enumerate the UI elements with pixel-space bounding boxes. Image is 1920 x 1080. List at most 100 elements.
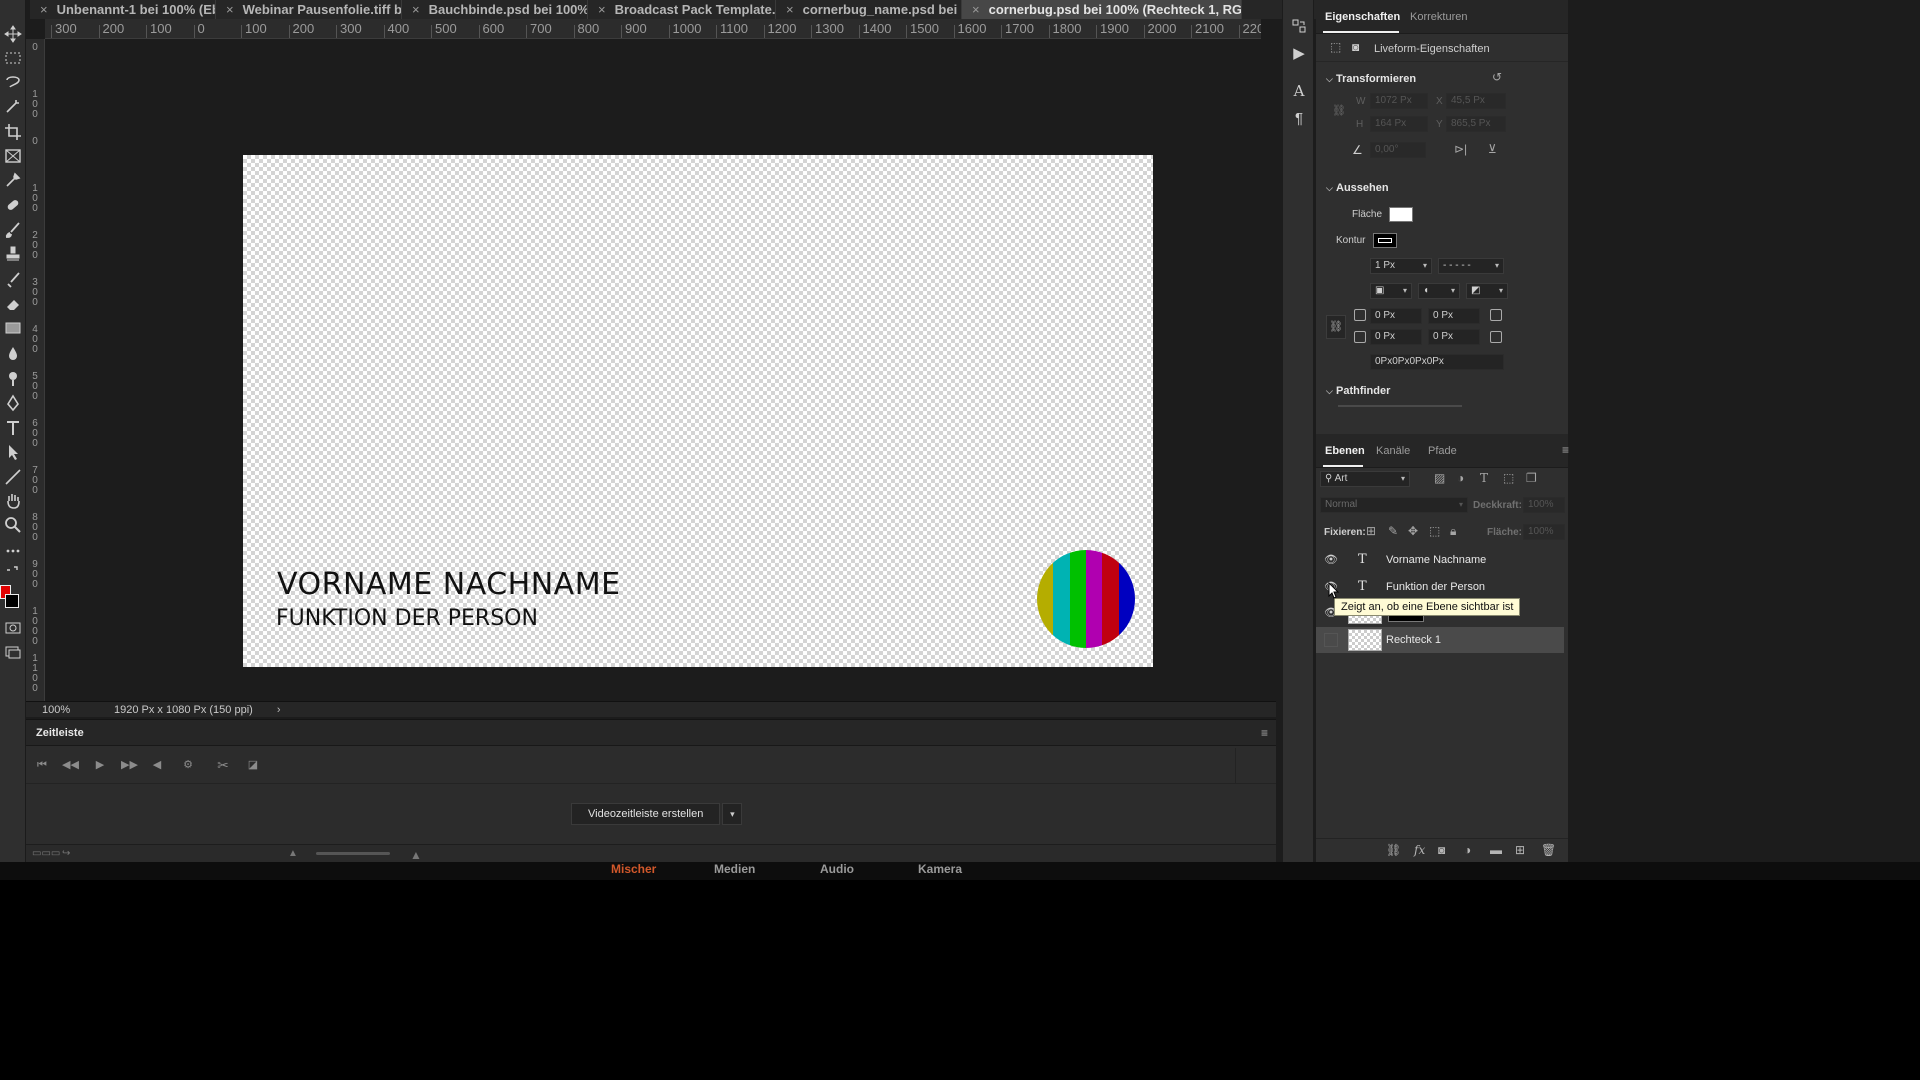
screen-mode-icon[interactable] — [3, 642, 23, 662]
line-tool-icon[interactable] — [3, 467, 23, 487]
eraser-tool-icon[interactable] — [3, 294, 23, 314]
document-canvas[interactable]: VORNAME NACHNAME FUNKTION DER PERSON — [243, 155, 1153, 667]
workspace-tab-mischer[interactable]: Mischer — [611, 862, 656, 876]
blend-mode-dropdown[interactable]: Normal ▾ — [1320, 497, 1468, 513]
history-brush-icon[interactable] — [3, 270, 23, 290]
x-position-field[interactable]: 45,5 Px — [1446, 93, 1506, 109]
flip-vertical-icon[interactable]: ⊻ — [1488, 142, 1497, 156]
canvas-workspace[interactable]: VORNAME NACHNAME FUNKTION DER PERSON — [45, 40, 1261, 701]
timeline-title[interactable]: Zeitleiste — [36, 727, 84, 739]
stroke-width-dropdown[interactable]: 1 Px ▾ — [1370, 258, 1432, 274]
section-pathfinder[interactable]: ⌵ Pathfinder — [1326, 385, 1390, 397]
filter-shape-icon[interactable]: ⬚ — [1503, 471, 1514, 485]
filter-adjustment-icon[interactable]: ◑ — [1457, 471, 1464, 485]
document-tab[interactable]: × Unbenannt-1 bei 100% (Eb... — [30, 0, 216, 19]
audio-icon[interactable]: ◀ — [149, 757, 165, 773]
previous-frame-icon[interactable]: ◀◀ — [62, 757, 79, 773]
pen-tool-icon[interactable] — [3, 393, 23, 413]
eyedropper-icon[interactable] — [3, 170, 23, 190]
workspace-tab-kamera[interactable]: Kamera — [918, 862, 962, 876]
zoom-out-icon[interactable]: ▲ — [288, 848, 298, 859]
stroke-caps-dropdown[interactable]: ◖ ▾ — [1418, 283, 1460, 299]
swap-colors-icon[interactable] — [3, 563, 23, 583]
character-panel-icon[interactable]: A — [1289, 81, 1309, 101]
layer-row[interactable]: 👁︎ T Funktion der Person — [1316, 574, 1564, 600]
create-video-timeline-button[interactable]: Videozeitleiste erstellen — [571, 803, 721, 825]
workspace-tab-medien[interactable]: Medien — [714, 862, 755, 876]
frames-icon[interactable]: ▭▭▭ — [32, 848, 60, 859]
corner-summary-field[interactable]: 0Px0Px0Px0Px — [1370, 354, 1504, 370]
fill-opacity-field[interactable]: 100% — [1523, 524, 1565, 540]
scissors-icon[interactable]: ✂ — [215, 757, 231, 773]
corner-bottom-left-field[interactable]: 0 Px — [1370, 329, 1422, 345]
fill-color-swatch[interactable] — [1389, 207, 1413, 222]
more-tools-icon[interactable] — [3, 541, 23, 561]
close-tab-icon[interactable]: × — [598, 2, 606, 17]
section-appearance[interactable]: ⌵ Aussehen — [1326, 182, 1389, 194]
close-tab-icon[interactable]: × — [972, 2, 980, 17]
play-icon[interactable]: ▶ — [92, 757, 108, 773]
lock-all-icon[interactable]: 🔒︎ — [1450, 524, 1456, 539]
dodge-tool-icon[interactable] — [3, 368, 23, 388]
tab-kanaele[interactable]: Kanäle — [1376, 445, 1410, 457]
width-field[interactable]: 1072 Px — [1370, 93, 1428, 109]
new-group-icon[interactable]: ▬ — [1490, 843, 1502, 857]
stamp-tool-icon[interactable] — [3, 244, 23, 264]
document-tab[interactable]: × Bauchbinde.psd bei 100% (... — [402, 0, 588, 19]
new-layer-icon[interactable]: ⊞ — [1515, 843, 1525, 857]
settings-gear-icon[interactable]: ⚙ — [180, 757, 196, 773]
close-tab-icon[interactable]: × — [226, 2, 234, 17]
horizontal-ruler[interactable]: 300 200 100 0 100 200 300 400 500 600 700 800 900 100… — [45, 19, 1261, 39]
lasso-tool-icon[interactable] — [3, 72, 23, 92]
zoom-level[interactable]: 100% — [42, 704, 102, 716]
quick-mask-icon[interactable] — [3, 618, 23, 638]
marquee-tool-icon[interactable] — [3, 48, 23, 68]
path-selection-icon[interactable] — [3, 442, 23, 462]
lock-position-icon[interactable]: ✥ — [1408, 524, 1418, 538]
filter-type-icon[interactable]: T — [1480, 471, 1488, 485]
stroke-style-dropdown[interactable]: - - - - - ▾ — [1438, 258, 1504, 274]
actions-play-icon[interactable]: ▶ — [1289, 43, 1309, 63]
go-to-first-frame-icon[interactable]: ⏮ — [34, 757, 50, 773]
stroke-color-swatch[interactable] — [1373, 233, 1397, 248]
adjustment-layer-icon[interactable]: ◑ — [1464, 843, 1471, 857]
type-tool-icon[interactable] — [3, 418, 23, 438]
height-field[interactable]: 164 Px — [1370, 116, 1428, 132]
blur-tool-icon[interactable] — [3, 344, 23, 364]
document-tab[interactable]: × Webinar Pausenfolie.tiff bei... — [216, 0, 402, 19]
tab-korrekturen[interactable]: Korrekturen — [1410, 11, 1467, 23]
vertical-ruler[interactable]: 0100010020030040050060070080090010001100… — [26, 39, 45, 701]
layer-filter-dropdown[interactable]: ⚲ Art ▾ — [1320, 471, 1410, 487]
move-tool-icon[interactable] — [3, 24, 23, 44]
paragraph-panel-icon[interactable]: ¶ — [1289, 108, 1309, 128]
filter-pixel-icon[interactable]: ▨ — [1434, 471, 1445, 485]
transition-icon[interactable]: ◪ — [245, 757, 261, 773]
tab-eigenschaften[interactable]: Eigenschaften — [1325, 11, 1400, 23]
document-tab[interactable]: × cornerbug_name.psd bei 1... — [776, 0, 962, 19]
opacity-field[interactable]: 100% — [1523, 497, 1565, 513]
y-position-field[interactable]: 865,5 Px — [1446, 116, 1506, 132]
chevron-right-icon[interactable]: › — [277, 704, 281, 716]
tab-ebenen[interactable]: Ebenen — [1325, 445, 1365, 457]
hand-tool-icon[interactable] — [3, 491, 23, 511]
lock-artboard-icon[interactable]: ⬚ — [1429, 524, 1440, 538]
trash-icon[interactable]: 🗑︎ — [1541, 843, 1556, 857]
section-transform[interactable]: ⌵ Transformieren — [1326, 73, 1416, 85]
eye-visibility-icon[interactable]: 👁︎ — [1324, 553, 1338, 567]
layer-name[interactable]: Rechteck 1 — [1386, 634, 1441, 646]
document-tab[interactable]: × Broadcast Pack Template.psd — [588, 0, 776, 19]
layer-name[interactable]: Funktion der Person — [1386, 581, 1485, 593]
zoom-in-icon[interactable]: ▲ — [410, 848, 422, 862]
eye-visibility-icon[interactable] — [1324, 633, 1338, 647]
link-layers-icon[interactable]: ⛓ — [1386, 843, 1401, 857]
chevron-down-icon[interactable]: ▾ — [722, 803, 743, 825]
corner-bottom-right-field[interactable]: 0 Px — [1428, 329, 1480, 345]
stroke-align-dropdown[interactable]: ▣ ▾ — [1370, 283, 1412, 299]
brush-tool-icon[interactable] — [3, 220, 23, 240]
close-tab-icon[interactable]: × — [412, 2, 420, 17]
layer-row-selected[interactable]: Rechteck 1 — [1316, 627, 1564, 653]
healing-brush-icon[interactable] — [3, 195, 23, 215]
layer-name[interactable]: Vorname Nachname — [1386, 554, 1486, 566]
crop-tool-icon[interactable] — [3, 122, 23, 142]
function-text-layer[interactable]: FUNKTION DER PERSON — [276, 606, 538, 631]
